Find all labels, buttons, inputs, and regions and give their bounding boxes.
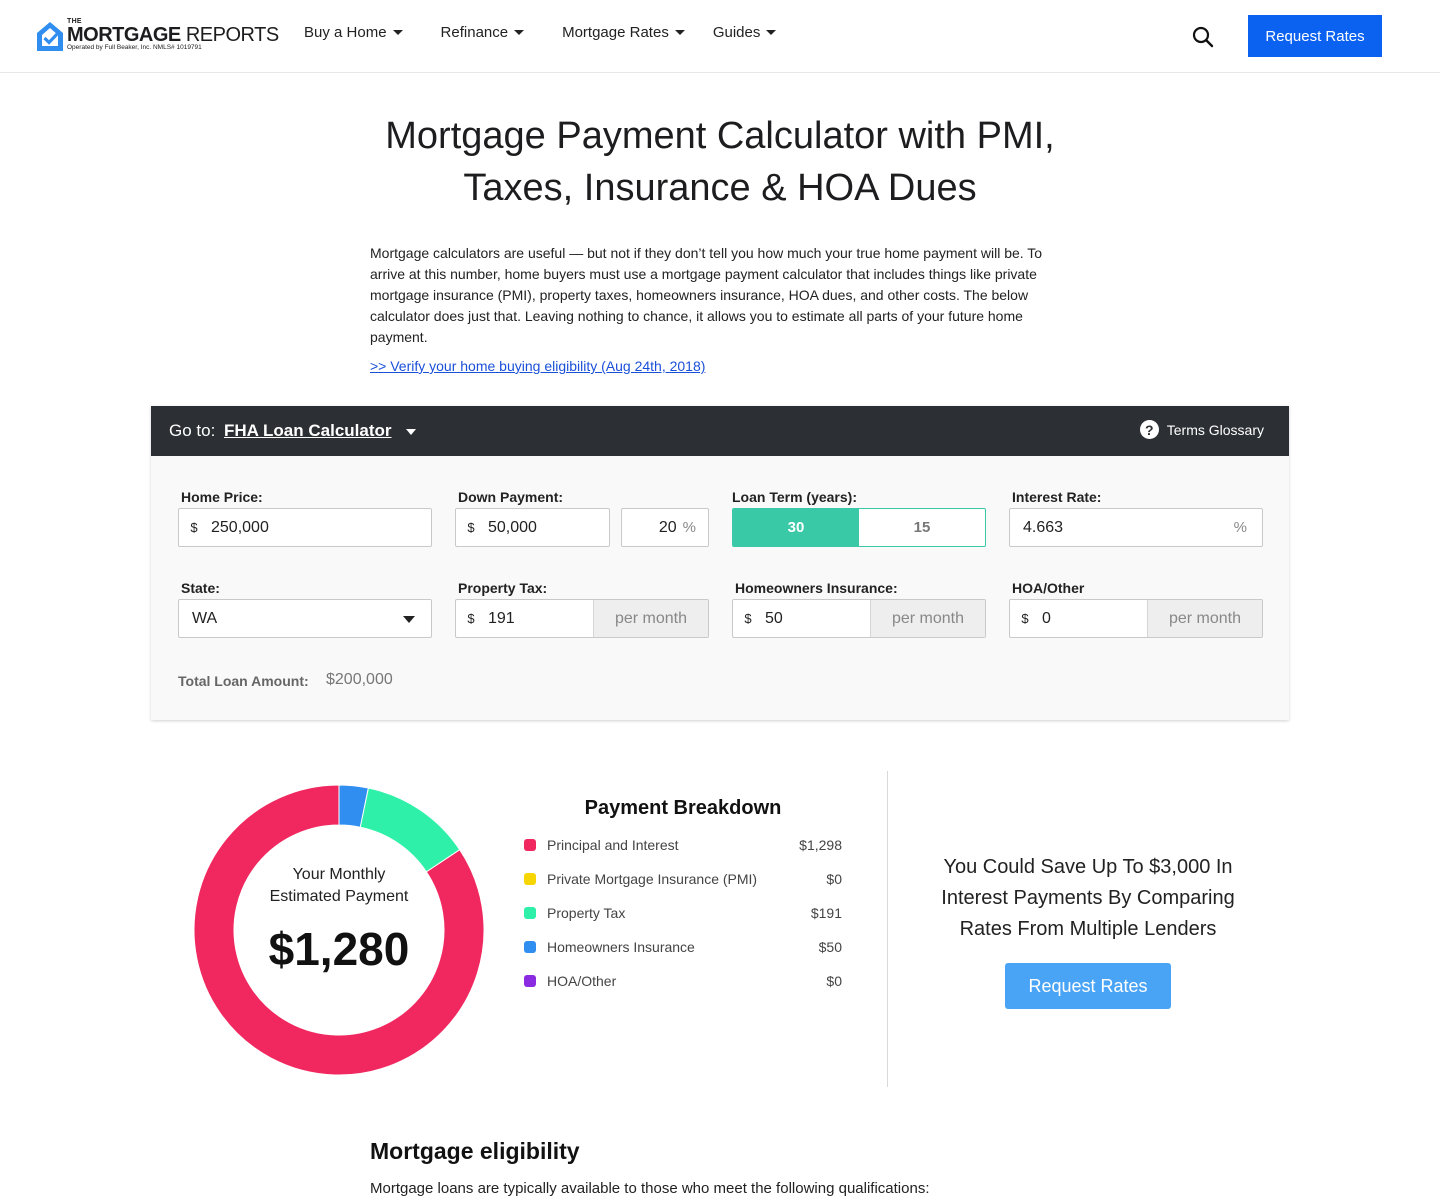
per-month-suffix: per month — [593, 600, 708, 637]
homeowners-insurance-input[interactable]: $ 50 per month — [732, 599, 986, 638]
breakdown-row-principal-interest: Principal and Interest $1,298 — [524, 835, 842, 855]
dollar-prefix: $ — [467, 611, 475, 626]
calculator-toolbar: Go to: FHA Loan Calculator ? Terms Gloss… — [151, 406, 1289, 456]
breakdown-label: HOA/Other — [547, 973, 617, 989]
search-icon[interactable] — [1192, 26, 1214, 48]
down-payment-percent-input[interactable]: 20 % — [621, 508, 709, 547]
request-rates-button[interactable]: Request Rates — [1005, 963, 1171, 1009]
legend-swatch — [524, 873, 536, 885]
intro-paragraph: Mortgage calculators are useful — but no… — [370, 245, 1043, 345]
breakdown-row-property-tax: Property Tax $191 — [524, 903, 842, 923]
legend-swatch — [524, 975, 536, 987]
breakdown-value: $191 — [810, 905, 842, 921]
legend-swatch — [524, 941, 536, 953]
page-title: Mortgage Payment Calculator with PMI, Ta… — [385, 115, 1055, 209]
legend-swatch — [524, 907, 536, 919]
loan-term-label: Loan Term (years): — [732, 489, 857, 505]
nav-refinance[interactable]: Refinance — [441, 24, 525, 41]
request-rates-header-button[interactable]: Request Rates — [1248, 15, 1382, 57]
caret-down-icon — [674, 30, 685, 35]
monthly-payment-value: $1,280 — [268, 923, 410, 975]
state-label: State: — [181, 580, 220, 596]
breakdown-label: Private Mortgage Insurance (PMI) — [547, 871, 758, 887]
dollar-prefix: $ — [1021, 611, 1029, 626]
total-loan-label: Total Loan Amount: — [178, 673, 309, 689]
caret-down-icon — [392, 30, 403, 35]
divider — [887, 771, 888, 1087]
calculator-select-link[interactable]: FHA Loan Calculator — [224, 421, 392, 441]
dollar-prefix: $ — [744, 611, 752, 626]
payment-breakdown-title: Payment Breakdown — [584, 797, 782, 819]
monthly-payment-label: Your Monthly Estimated Payment — [269, 866, 409, 905]
hoa-input[interactable]: $ 0 per month — [1009, 599, 1263, 638]
property-tax-input[interactable]: $ 191 per month — [455, 599, 709, 638]
mortgage-calculator: Go to: FHA Loan Calculator ? Terms Gloss… — [151, 406, 1289, 720]
loan-term-15-option[interactable]: 15 — [859, 509, 985, 546]
dollar-prefix: $ — [190, 520, 198, 535]
house-check-logo-icon — [37, 22, 63, 51]
legend-swatch — [524, 839, 536, 851]
verify-eligibility-link[interactable]: >> Verify your home buying eligibility (… — [370, 358, 705, 374]
help-circle-icon: ? — [1139, 420, 1159, 439]
caret-down-icon[interactable] — [406, 429, 416, 435]
site-logo[interactable]: THE MORTGAGE REPORTS Operated by Full Be… — [35, 18, 279, 54]
total-loan-value: $200,000 — [326, 671, 393, 688]
interest-rate-label: Interest Rate: — [1012, 489, 1102, 505]
down-payment-label: Down Payment: — [458, 489, 564, 505]
hoa-label: HOA/Other — [1012, 580, 1085, 596]
state-select[interactable]: WA — [178, 599, 432, 638]
breakdown-label: Property Tax — [547, 905, 626, 921]
main-nav: Buy a Home Refinance Mortgage Rates Guid… — [304, 24, 777, 41]
nav-guides[interactable]: Guides — [713, 24, 777, 41]
property-tax-label: Property Tax: — [458, 580, 548, 596]
caret-down-icon — [514, 30, 525, 35]
breakdown-row-hoa-other: HOA/Other $0 — [524, 971, 842, 991]
nav-mortgage-rates[interactable]: Mortgage Rates — [562, 24, 685, 41]
per-month-suffix: per month — [1147, 600, 1262, 637]
dollar-prefix: $ — [467, 520, 475, 535]
nav-buy-a-home[interactable]: Buy a Home — [304, 24, 403, 41]
eligibility-heading: Mortgage eligibility — [370, 1138, 580, 1164]
loan-term-toggle: 30 15 — [732, 508, 986, 547]
breakdown-value: $50 — [818, 939, 842, 955]
breakdown-value: $0 — [826, 973, 842, 989]
site-header: THE MORTGAGE REPORTS Operated by Full Be… — [0, 0, 1440, 73]
goto-label: Go to: — [169, 421, 216, 440]
home-price-label: Home Price: — [181, 489, 263, 505]
home-price-input[interactable]: $ 250,000 — [178, 508, 432, 547]
breakdown-row-homeowners-insurance: Homeowners Insurance $50 — [524, 937, 842, 957]
caret-down-icon — [766, 30, 777, 35]
logo-subtitle: Operated by Full Beaker, Inc. NMLS# 1019… — [67, 44, 202, 51]
loan-term-30-option[interactable]: 30 — [733, 509, 859, 546]
homeowners-insurance-label: Homeowners Insurance: — [735, 580, 898, 596]
terms-glossary-button[interactable]: ? Terms Glossary — [1139, 420, 1264, 439]
per-month-suffix: per month — [870, 600, 985, 637]
breakdown-label: Homeowners Insurance — [547, 939, 695, 955]
breakdown-value: $0 — [826, 871, 842, 887]
breakdown-value: $1,298 — [799, 837, 842, 853]
savings-promo-text: You Could Save Up To $3,000 In Interest … — [941, 856, 1235, 940]
interest-rate-input[interactable]: 4.663 % — [1009, 508, 1263, 547]
caret-down-icon — [403, 616, 415, 623]
breakdown-label: Principal and Interest — [547, 837, 679, 853]
down-payment-input[interactable]: $ 50,000 — [455, 508, 610, 547]
breakdown-row-pmi: Private Mortgage Insurance (PMI) $0 — [524, 869, 842, 889]
eligibility-text: Mortgage loans are typically available t… — [370, 1180, 930, 1197]
